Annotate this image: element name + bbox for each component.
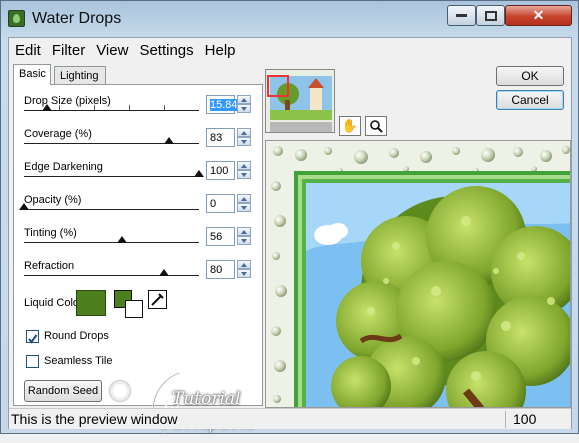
drop-size-value: 15.84	[210, 99, 238, 111]
tinting-label: Tinting (%)	[24, 227, 77, 239]
seamless-tile-checkbox[interactable]	[26, 355, 39, 368]
basic-settings-panel: Drop Size (pixels) 15.84 Coverage (%) 83…	[13, 84, 263, 434]
refraction-thumb[interactable]	[159, 269, 169, 276]
zoom-tool-button[interactable]	[365, 116, 387, 136]
coverage-spinner[interactable]	[237, 128, 251, 147]
slider-tick	[129, 105, 130, 110]
tinting-slider[interactable]	[24, 236, 199, 243]
coverage-thumb[interactable]	[164, 137, 175, 144]
navigator-image	[266, 70, 334, 132]
cancel-button[interactable]: Cancel	[496, 90, 564, 110]
magnifier-icon	[370, 120, 383, 133]
liquid-color-swatch[interactable]	[76, 290, 106, 316]
watermark: Tutorial Paolapaola	[124, 353, 274, 443]
hand-icon: ✋	[341, 118, 359, 133]
zoom-level: 100	[513, 411, 537, 427]
checkmark-icon	[28, 334, 38, 344]
ok-button[interactable]: OK	[496, 66, 564, 86]
close-icon: ✕	[532, 7, 545, 23]
maximize-button[interactable]	[476, 5, 505, 26]
maximize-icon	[484, 10, 497, 21]
tinting-field[interactable]: 56	[206, 227, 235, 246]
edge-darkening-spinner[interactable]	[237, 161, 251, 180]
edge-darkening-field[interactable]: 100	[206, 161, 235, 180]
hand-tool-button[interactable]: ✋	[339, 116, 361, 136]
tinting-thumb[interactable]	[117, 236, 127, 243]
opacity-slider[interactable]	[19, 203, 199, 210]
filter-window: Water Drops ✕ Edit Filter View Settings …	[0, 0, 579, 434]
slider-tick	[94, 105, 95, 110]
menu-help[interactable]: Help	[199, 42, 241, 59]
edge-darkening-slider[interactable]	[24, 170, 204, 177]
title-bar[interactable]: Water Drops ✕	[1, 1, 578, 37]
drop-size-field[interactable]: 15.84	[206, 95, 238, 114]
liquid-color-label: Liquid Color	[24, 297, 83, 309]
menu-edit[interactable]: Edit	[9, 42, 46, 59]
flourish-graphic	[152, 372, 205, 434]
seamless-tile-label: Seamless Tile	[44, 355, 113, 367]
eyedropper-icon	[151, 293, 164, 306]
status-bar: This is the preview window 100	[9, 408, 571, 429]
edge-darkening-thumb[interactable]	[194, 170, 204, 177]
watermark-line-1: Tutorial	[172, 389, 241, 409]
navigator-thumbnail[interactable]	[265, 69, 335, 133]
drop-size-slider[interactable]	[24, 104, 199, 111]
coverage-label: Coverage (%)	[24, 128, 92, 140]
drop-size-thumb[interactable]	[41, 104, 52, 111]
random-seed-button[interactable]: Random Seed	[24, 380, 102, 402]
refraction-label: Refraction	[24, 260, 75, 272]
status-separator	[505, 411, 506, 428]
tinting-spinner[interactable]	[237, 227, 251, 246]
tab-lighting[interactable]: Lighting	[54, 66, 106, 84]
menu-bar: Edit Filter View Settings Help	[9, 38, 571, 62]
opacity-field[interactable]: 0	[206, 194, 235, 213]
minimize-button[interactable]	[447, 5, 476, 26]
menu-settings[interactable]: Settings	[133, 42, 198, 59]
slider-tick	[164, 105, 165, 110]
round-drops-label: Round Drops	[44, 330, 109, 342]
round-drops-checkbox[interactable]	[26, 330, 39, 344]
status-text: This is the preview window	[11, 411, 178, 427]
drop-size-label: Drop Size (pixels)	[24, 95, 111, 107]
refraction-field[interactable]: 80	[206, 260, 235, 279]
seed-circle	[110, 381, 130, 401]
opacity-thumb[interactable]	[19, 203, 29, 210]
tab-basic[interactable]: Basic	[13, 64, 51, 85]
menu-filter[interactable]: Filter	[46, 42, 90, 59]
app-icon	[8, 10, 25, 27]
coverage-slider[interactable]	[24, 137, 199, 144]
refraction-spinner[interactable]	[237, 260, 251, 279]
color-swatch-background[interactable]	[125, 300, 143, 318]
dialog-client: Edit Filter View Settings Help Basic Lig…	[8, 37, 572, 434]
slider-tick	[59, 105, 60, 110]
opacity-label: Opacity (%)	[24, 194, 82, 206]
menu-view[interactable]: View	[90, 42, 133, 59]
window-title: Water Drops	[32, 10, 122, 27]
minimize-icon	[456, 13, 467, 17]
opacity-spinner[interactable]	[237, 194, 251, 213]
drop-size-spinner[interactable]	[237, 95, 251, 114]
preview-canvas[interactable]	[265, 140, 571, 408]
eyedropper-button[interactable]	[148, 290, 167, 309]
preview-image	[266, 141, 570, 407]
refraction-slider[interactable]	[24, 269, 199, 276]
edge-darkening-label: Edge Darkening	[24, 161, 103, 173]
close-button[interactable]: ✕	[505, 5, 572, 26]
coverage-field[interactable]: 83	[206, 128, 235, 147]
